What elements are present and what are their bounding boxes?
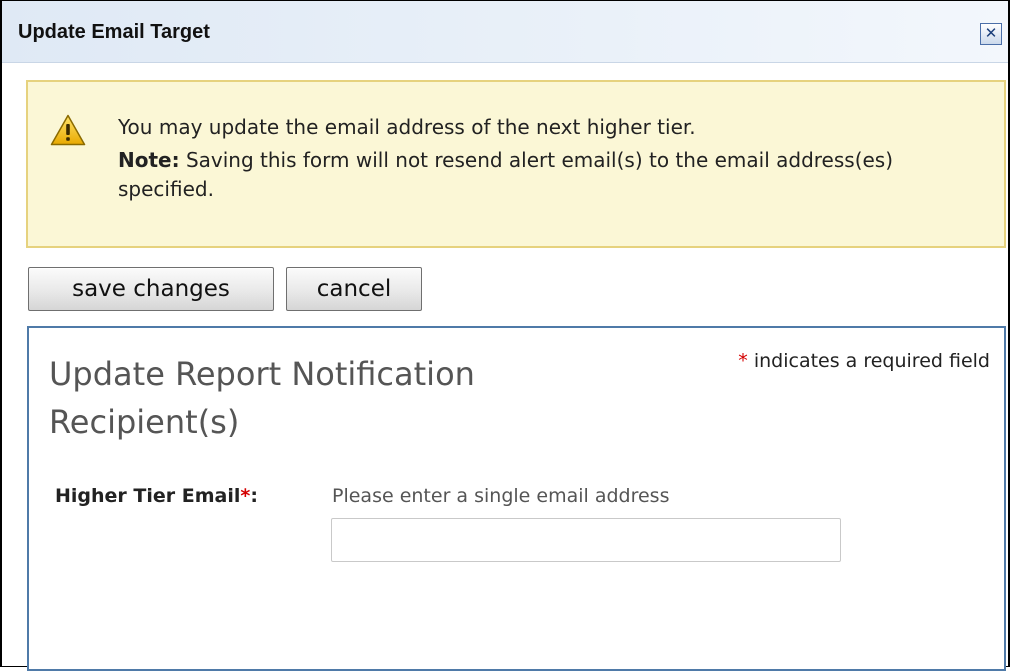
update-email-target-dialog: Update Email Target ✕ You may update the… bbox=[0, 0, 1010, 671]
required-field-note: * indicates a required field bbox=[738, 350, 990, 372]
field-label-text: Higher Tier Email bbox=[55, 485, 241, 507]
higher-tier-email-input[interactable] bbox=[331, 518, 841, 562]
close-icon: ✕ bbox=[984, 24, 998, 42]
action-buttons: save changes cancel bbox=[28, 267, 422, 311]
field-required-asterisk: * bbox=[240, 485, 251, 507]
dialog-title: Update Email Target bbox=[18, 21, 210, 43]
field-label-colon: : bbox=[250, 485, 258, 507]
alert-text: You may update the email address of the … bbox=[118, 113, 978, 204]
alert-note-text: Saving this form will not resend alert e… bbox=[118, 148, 894, 201]
dialog-titlebar: Update Email Target ✕ bbox=[2, 1, 1008, 63]
higher-tier-email-label: Higher Tier Email*: bbox=[55, 485, 258, 507]
field-hint: Please enter a single email address bbox=[332, 485, 670, 507]
cancel-button[interactable]: cancel bbox=[286, 267, 422, 311]
form-title: Update Report Notification Recipient(s) bbox=[49, 355, 475, 441]
save-changes-button[interactable]: save changes bbox=[28, 267, 274, 311]
close-button[interactable]: ✕ bbox=[980, 23, 1002, 45]
form-panel: Update Report Notification Recipient(s) … bbox=[27, 326, 1006, 671]
alert-message: You may update the email address of the … bbox=[118, 115, 696, 139]
warning-triangle-icon bbox=[50, 114, 86, 146]
alert-note: Note: Saving this form will not resend a… bbox=[118, 146, 978, 204]
required-asterisk: * bbox=[738, 350, 748, 372]
required-note-text: indicates a required field bbox=[747, 350, 990, 372]
alert-note-label: Note: bbox=[118, 148, 180, 172]
info-alert: You may update the email address of the … bbox=[26, 80, 1006, 248]
